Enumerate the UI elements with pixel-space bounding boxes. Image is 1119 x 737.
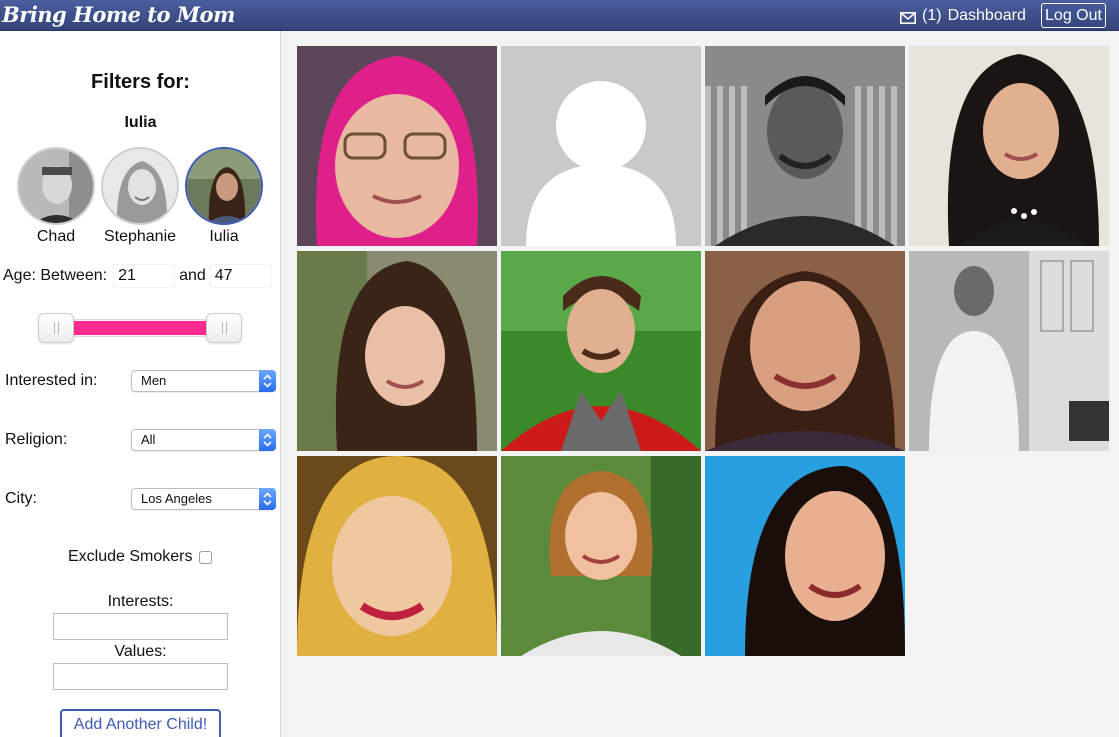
age-range-row: Age: Between: 21 and 47 <box>3 264 272 288</box>
city-value: Los Angeles <box>141 491 212 506</box>
dashboard-count: (1) <box>922 7 942 24</box>
avatar <box>17 147 95 225</box>
age-and-label: and <box>179 267 206 284</box>
age-min-input[interactable]: 21 <box>113 264 176 288</box>
religion-value: All <box>141 432 156 447</box>
avatar <box>185 147 263 225</box>
profile-photo[interactable] <box>705 46 905 246</box>
profile-photo[interactable] <box>501 456 701 656</box>
religion-select[interactable]: All <box>131 429 276 451</box>
dashboard-link[interactable]: (1) Dashboard <box>900 6 1026 26</box>
profile-photo[interactable] <box>501 46 701 246</box>
profile-photo[interactable] <box>909 251 1109 451</box>
interests-input[interactable] <box>53 613 228 640</box>
select-arrows-icon <box>259 429 276 451</box>
filters-title: Filters for: <box>91 71 190 93</box>
child-avatar-iulia[interactable]: Iulia <box>184 147 264 246</box>
profile-photo[interactable] <box>501 251 701 451</box>
top-navbar: Bring Home to Mom (1) Dashboard Log Out <box>0 0 1119 31</box>
profile-photo[interactable] <box>705 456 905 656</box>
city-label: City: <box>5 490 37 507</box>
profile-photo[interactable] <box>297 251 497 451</box>
values-label: Values: <box>114 643 167 660</box>
child-name-label: Chad <box>36 228 76 245</box>
interested-value: Men <box>141 373 167 388</box>
logout-button[interactable]: Log Out <box>1041 3 1106 28</box>
child-name-label: Stephanie <box>103 228 177 245</box>
religion-label: Religion: <box>5 431 68 448</box>
add-child-button[interactable]: Add Another Child! <box>60 709 221 737</box>
profile-photo[interactable] <box>909 46 1109 246</box>
filters-sidebar: Filters for: Iulia Chad Stephanie Iulia … <box>0 31 281 737</box>
profile-photo[interactable] <box>297 456 497 656</box>
interested-label: Interested in: <box>5 372 98 389</box>
selected-child-name: Iulia <box>124 114 157 131</box>
profile-photo[interactable] <box>705 251 905 451</box>
avatar <box>101 147 179 225</box>
child-avatar-stephanie[interactable]: Stephanie <box>100 147 180 246</box>
child-avatar-chad[interactable]: Chad <box>16 147 96 246</box>
exclude-smokers-checkbox[interactable] <box>198 550 212 564</box>
interested-select[interactable]: Men <box>131 370 276 392</box>
age-slider-max-handle[interactable] <box>206 313 242 343</box>
envelope-icon <box>900 10 916 24</box>
age-label: Age: Between: <box>3 267 108 284</box>
age-max-input[interactable]: 47 <box>209 264 272 288</box>
select-arrows-icon <box>259 488 276 510</box>
brand-logo[interactable]: Bring Home to Mom <box>2 2 235 28</box>
exclude-smokers-label: Exclude Smokers <box>68 548 193 565</box>
child-name-label: Iulia <box>209 228 239 245</box>
interests-label: Interests: <box>107 593 174 610</box>
city-select[interactable]: Los Angeles <box>131 488 276 510</box>
age-slider-min-handle[interactable] <box>38 313 74 343</box>
select-arrows-icon <box>259 370 276 392</box>
exclude-smokers-row: Exclude Smokers <box>68 548 212 566</box>
values-input[interactable] <box>53 663 228 690</box>
profile-photo[interactable] <box>297 46 497 246</box>
dashboard-label: Dashboard <box>947 7 1026 24</box>
